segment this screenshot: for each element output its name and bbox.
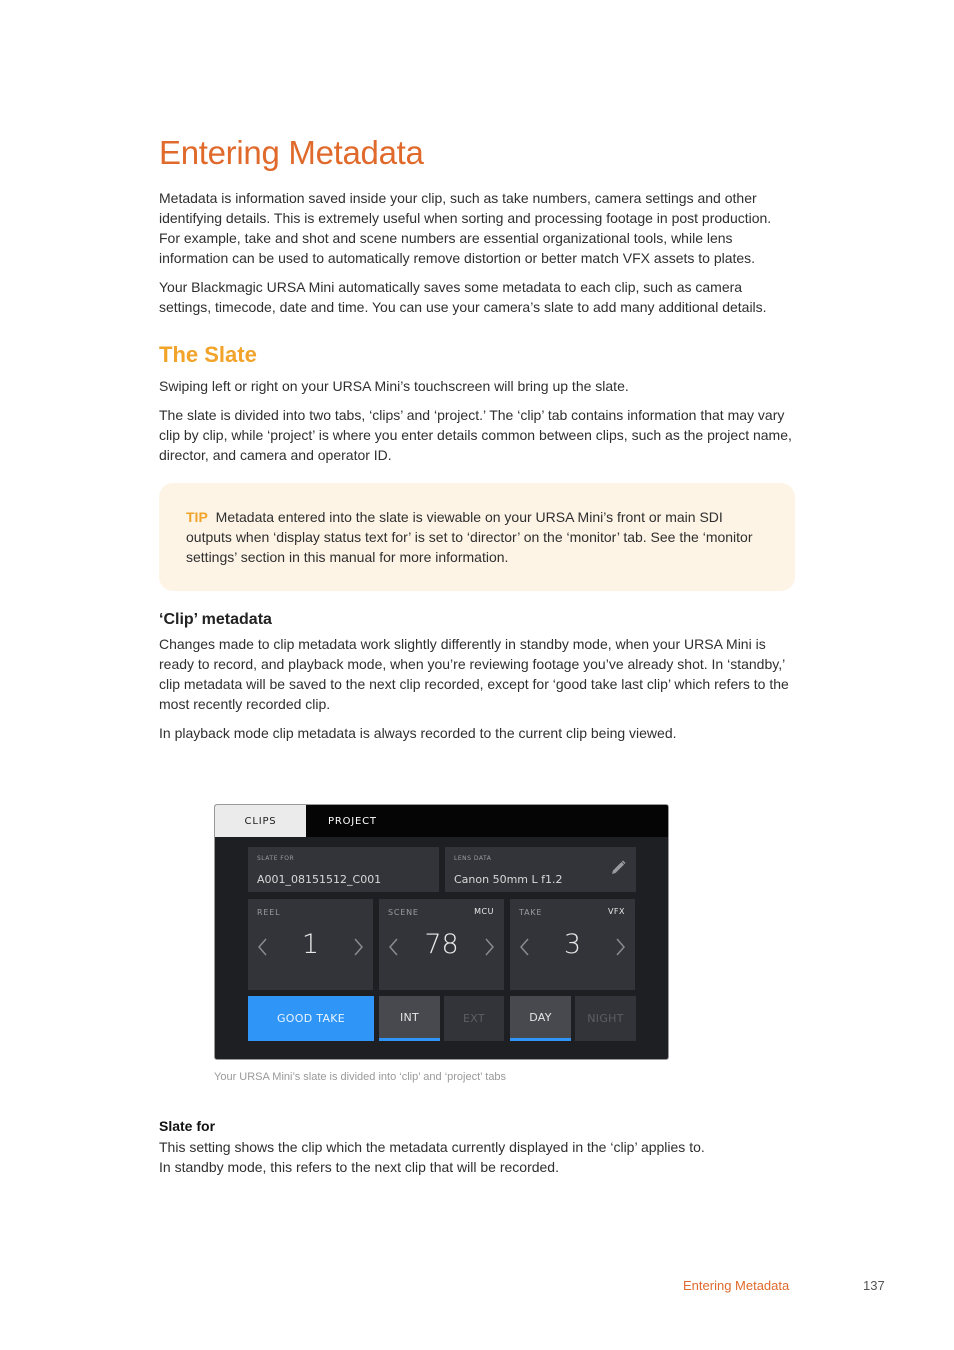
take-tag[interactable]: VFX (608, 907, 625, 916)
take-label: TAKE (519, 908, 543, 917)
page-title: Entering Metadata (159, 134, 424, 171)
subheading-slate-for: Slate for (159, 1118, 216, 1134)
scene-label: SCENE (388, 908, 419, 917)
pencil-icon[interactable] (609, 859, 627, 877)
lens-data-field[interactable]: LENS DATA Canon 50mm L f1.2 (445, 847, 636, 892)
slate-screenshot: CLIPS PROJECT SLATE FOR A001_08151512_C0… (214, 804, 669, 1060)
tip-text-block: TIP Metadata entered into the slate is v… (186, 507, 768, 567)
subheading-clip-metadata: ‘Clip’ metadata (159, 611, 272, 628)
int-button[interactable]: INT (379, 996, 440, 1041)
slate-for-field[interactable]: SLATE FOR A001_08151512_C001 (248, 847, 439, 892)
tab-clips[interactable]: CLIPS (215, 805, 306, 837)
slate-paragraph-1: Swiping left or right on your URSA Mini’… (159, 378, 629, 394)
chevron-right-icon[interactable] (482, 937, 496, 957)
tip-label: TIP (186, 509, 208, 525)
section-heading-the-slate: The Slate (159, 342, 257, 367)
tip-text: Metadata entered into the slate is viewa… (186, 509, 753, 565)
lens-data-label: LENS DATA (454, 855, 492, 862)
slate-for-section: Slate for This setting shows the clip wh… (159, 1090, 795, 1186)
intro-paragraph-1: Metadata is information saved inside you… (159, 190, 772, 266)
slate-for-line-2: In standby mode, this refers to the next… (159, 1159, 559, 1175)
lens-data-value: Canon 50mm L f1.2 (454, 873, 563, 886)
chevron-right-icon[interactable] (351, 937, 365, 957)
tab-project[interactable]: PROJECT (306, 805, 426, 837)
take-counter: TAKE VFX 3 (510, 899, 635, 990)
slate-for-value: A001_08151512_C001 (257, 873, 382, 886)
day-button[interactable]: DAY (510, 996, 571, 1041)
reel-counter: REEL 1 (248, 899, 373, 990)
night-button[interactable]: NIGHT (575, 996, 636, 1041)
good-take-button[interactable]: GOOD TAKE (248, 996, 374, 1041)
slate-for-line-1: This setting shows the clip which the me… (159, 1139, 705, 1155)
footer-section-title: Entering Metadata (683, 1278, 790, 1293)
chevron-left-icon[interactable] (256, 937, 270, 957)
ext-button[interactable]: EXT (444, 996, 504, 1041)
chevron-right-icon[interactable] (613, 937, 627, 957)
scene-tag[interactable]: MCU (474, 907, 494, 916)
slate-tab-bar: CLIPS PROJECT (215, 805, 668, 837)
slate-paragraph-2: The slate is divided into two tabs, ‘cli… (159, 407, 792, 463)
chevron-left-icon[interactable] (387, 937, 401, 957)
clip-metadata-paragraph-1: Changes made to clip metadata work sligh… (159, 636, 789, 712)
scene-counter: SCENE MCU 78 (379, 899, 504, 990)
slate-for-label: SLATE FOR (257, 855, 295, 862)
main-content: Entering Metadata Metadata is informatio… (159, 130, 795, 752)
intro-paragraph-2: Your Blackmagic URSA Mini automatically … (159, 279, 767, 315)
clip-metadata-paragraph-2: In playback mode clip metadata is always… (159, 725, 677, 741)
tip-box: TIP Metadata entered into the slate is v… (159, 483, 795, 591)
chevron-left-icon[interactable] (518, 937, 532, 957)
reel-label: REEL (257, 908, 281, 917)
figure-caption: Your URSA Mini’s slate is divided into ‘… (214, 1071, 507, 1083)
page-number: 137 (863, 1278, 885, 1293)
